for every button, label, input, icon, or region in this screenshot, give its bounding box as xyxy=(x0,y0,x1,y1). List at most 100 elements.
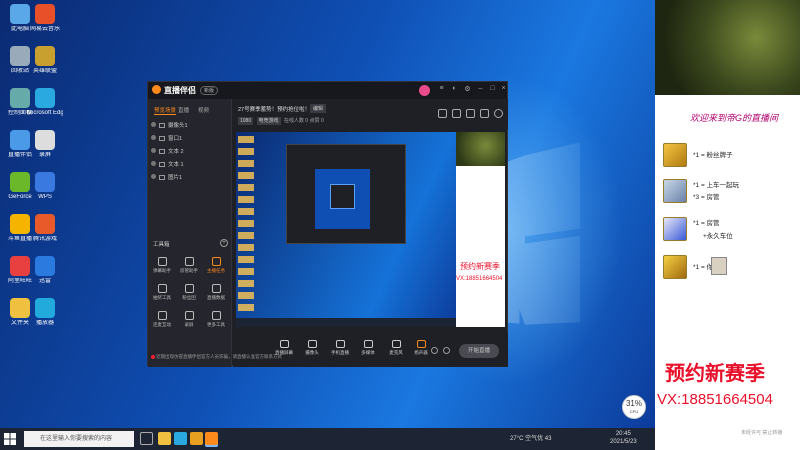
settings-icon[interactable]: ⚙ xyxy=(463,85,472,93)
cpu-usage-badge[interactable]: 31% CPU xyxy=(622,395,646,419)
desktop-icon[interactable]: Microsoft Edge xyxy=(27,88,63,117)
add-tool-icon[interactable]: + xyxy=(220,239,228,247)
lock-icon[interactable] xyxy=(452,109,461,118)
edit-button[interactable]: 编辑 xyxy=(310,104,327,113)
taskbar-search-input[interactable]: 在这里输入你要搜索的内容 xyxy=(24,431,134,447)
image-icon xyxy=(159,175,165,180)
bell-icon[interactable] xyxy=(480,109,489,118)
file-explorer-icon[interactable] xyxy=(158,432,171,445)
edge-icon[interactable] xyxy=(174,432,187,445)
wegame-icon[interactable] xyxy=(190,432,203,445)
stream-title[interactable]: 27号赛季蓄势！预约抢位啦！ xyxy=(238,105,310,113)
tool-record[interactable]: 录屏 xyxy=(177,311,201,328)
visibility-icon[interactable] xyxy=(151,161,156,166)
clock[interactable]: 20:45 2021/5/23 xyxy=(610,430,637,446)
camera-icon xyxy=(307,340,317,348)
visibility-icon[interactable] xyxy=(151,174,156,179)
tool-pk[interactable]: 连麦互动 xyxy=(150,311,174,328)
windows-start-icon[interactable] xyxy=(2,431,18,447)
record-icon[interactable] xyxy=(431,347,438,354)
start-live-button[interactable]: 开始直播 xyxy=(459,344,499,358)
tab-live[interactable]: 直播 xyxy=(178,106,189,114)
tool-danmu[interactable]: 弹幕助手 xyxy=(150,257,174,274)
welcome-text: 欢迎来到帝G的直播间 xyxy=(690,113,779,123)
desktop-icon[interactable]: 英雄联盟 xyxy=(27,46,63,75)
category-tag[interactable]: 电竞游戏 xyxy=(256,117,281,125)
source-label: 窗口1 xyxy=(168,136,183,142)
preview-nested-window xyxy=(330,184,355,209)
gift-box-icon xyxy=(157,284,167,293)
microphone-button[interactable]: 麦克风 xyxy=(385,340,407,356)
version-badge[interactable]: 新版 xyxy=(200,86,219,95)
source-item[interactable]: 图片1 xyxy=(151,173,229,183)
desktop-icon[interactable]: 录屏 xyxy=(27,130,63,159)
control-label: 手机直播 xyxy=(331,350,349,355)
camera-button[interactable]: 摄像头 xyxy=(301,340,323,356)
tab-video[interactable]: 视频 xyxy=(198,106,209,114)
speaker-button[interactable]: 扬声器 xyxy=(410,340,432,356)
settings-icon[interactable] xyxy=(443,347,450,354)
notice-text[interactable]: 近期出现仿冒直播伴侣官方人员诈骗，请直播认准官方联系方式 xyxy=(156,354,282,360)
quality-tag[interactable]: 1080 xyxy=(238,117,254,125)
visibility-icon[interactable] xyxy=(151,135,156,140)
media-button[interactable]: 多媒体 xyxy=(357,340,379,356)
desktop-icon[interactable]: 迅雷 xyxy=(27,256,63,285)
weather-text[interactable]: 27°C 空气优 43 xyxy=(510,433,551,442)
source-item[interactable]: 摄像头1 xyxy=(151,121,229,131)
menu-icon[interactable]: ≡ xyxy=(437,85,446,92)
tool-lottery[interactable]: 抽奖工具 xyxy=(150,284,174,301)
gift-text: *3 = 房管 xyxy=(693,194,720,201)
camera-icon xyxy=(159,123,165,128)
stream-meta: 1080 电竞游戏 在线人数 0 点赞 0 xyxy=(238,117,324,125)
notice-icon xyxy=(151,355,155,359)
tool-fans[interactable]: 粉丝团 xyxy=(177,284,201,301)
tool-room-admin[interactable]: 房管助手 xyxy=(177,257,201,274)
bag-icon[interactable] xyxy=(466,109,475,118)
preview-taskbar xyxy=(236,318,456,327)
tab-preview-scene[interactable]: 预览场景 xyxy=(154,106,177,115)
user-avatar[interactable] xyxy=(419,85,430,96)
source-item[interactable]: 窗口1 xyxy=(151,134,229,144)
skin-icon[interactable]: ◐ xyxy=(450,85,459,92)
text-icon xyxy=(159,149,165,154)
pin-icon[interactable] xyxy=(438,109,447,118)
visibility-icon[interactable] xyxy=(151,122,156,127)
preview-promo-contact: VX:18851664504 xyxy=(456,276,503,282)
main-area: 27号赛季蓄势！预约抢位啦！ 编辑 1080 电竞游戏 在线人数 0 点赞 0 xyxy=(233,99,508,367)
share-icon[interactable] xyxy=(494,109,503,118)
tool-label: 弹幕助手 xyxy=(153,268,171,273)
chat-icon xyxy=(157,257,167,266)
visibility-icon[interactable] xyxy=(151,148,156,153)
cpu-unit: % xyxy=(634,399,643,408)
close-icon[interactable]: × xyxy=(499,85,508,92)
app-icon xyxy=(35,46,55,66)
desktop-icon[interactable]: 网易云音乐 xyxy=(27,4,63,33)
phone-icon xyxy=(335,340,345,348)
phone-live-button[interactable]: 手机直播 xyxy=(329,340,351,356)
desktop-icon[interactable]: 播放器 xyxy=(27,298,63,327)
preview-nested-screen xyxy=(315,169,370,229)
preview-nested-window xyxy=(286,144,406,244)
desktop-icon[interactable]: 腾讯游戏 xyxy=(27,214,63,243)
user-icon xyxy=(184,257,194,266)
record-icon xyxy=(184,311,194,320)
tool-more[interactable]: 更多工具 xyxy=(204,311,228,328)
desktop-icon[interactable]: WPS xyxy=(27,172,63,201)
minimize-icon[interactable]: – xyxy=(476,85,485,92)
source-item[interactable]: 文本 1 xyxy=(151,160,229,170)
live-companion-icon[interactable] xyxy=(205,432,218,445)
tool-tasks[interactable]: 主播任务 xyxy=(204,257,228,274)
tool-data[interactable]: 直播数据 xyxy=(204,284,228,301)
source-item[interactable]: 文本 2 xyxy=(151,147,229,157)
stream-preview[interactable]: 预约新赛季 VX:18851664504 xyxy=(236,132,505,327)
maximize-icon[interactable]: □ xyxy=(488,85,497,92)
tool-label: 粉丝团 xyxy=(182,295,196,300)
desktop-icon-label: WPS xyxy=(38,194,52,200)
task-icon xyxy=(211,257,221,266)
app-icon xyxy=(35,298,55,318)
task-view-icon[interactable] xyxy=(140,432,153,445)
app-icon xyxy=(35,4,55,24)
gift-text: *1 = 粉丝牌子 xyxy=(693,152,733,159)
desktop-icon-label: 播放器 xyxy=(35,320,54,326)
clock-time: 20:45 xyxy=(615,431,631,437)
